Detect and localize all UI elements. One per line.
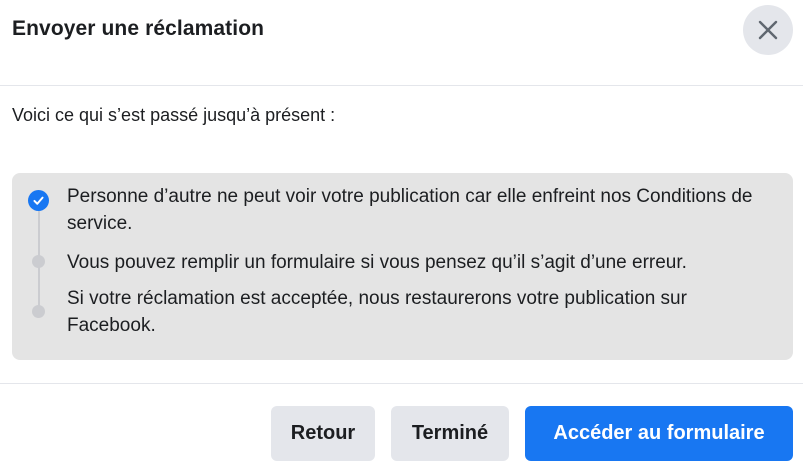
check-icon: [33, 196, 44, 205]
step-2-dot-icon: [32, 255, 45, 268]
step-2-text: Vous pouvez remplir un formulaire si vou…: [67, 252, 687, 273]
step-3-text: Si votre réclamation est acceptée, nous …: [67, 288, 687, 336]
report-dialog: Envoyer une réclamation Voici ce qui s’e…: [0, 0, 803, 472]
step-3-dot-icon: [32, 305, 45, 318]
close-button[interactable]: [743, 5, 793, 55]
dialog-title: Envoyer une réclamation: [12, 17, 265, 40]
done-button[interactable]: Terminé: [391, 406, 509, 461]
dialog-header: Envoyer une réclamation: [0, 0, 803, 86]
close-icon: [758, 20, 778, 40]
go-to-form-button[interactable]: Accéder au formulaire: [525, 406, 793, 461]
step-completed-check-icon: [28, 190, 49, 211]
step-1-text: Personne d’autre ne peut voir votre publ…: [67, 186, 753, 234]
back-button[interactable]: Retour: [271, 406, 375, 461]
intro-text: Voici ce qui s’est passé jusqu’à présent…: [12, 105, 336, 125]
